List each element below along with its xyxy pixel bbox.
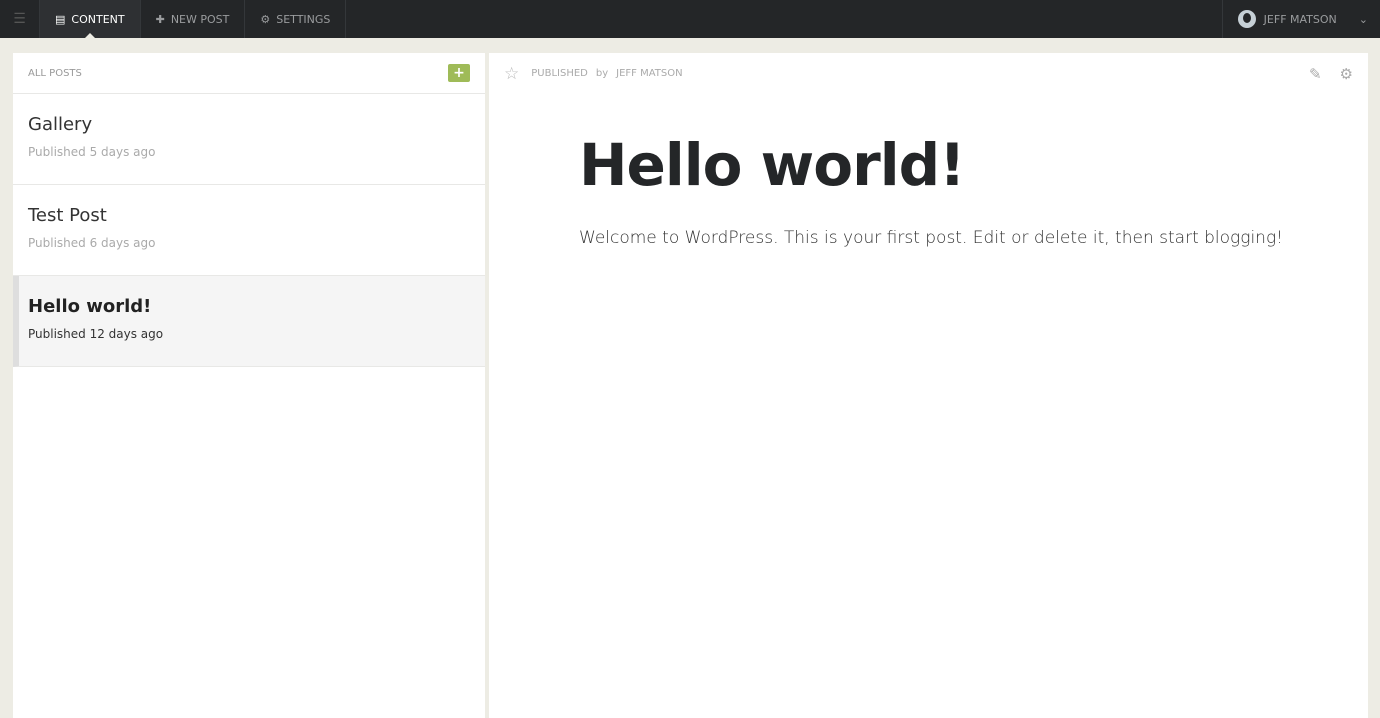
user-menu[interactable]: JEFF MATSON ⌄ — [1221, 0, 1380, 38]
list-item[interactable]: Gallery Published 5 days ago — [13, 94, 485, 185]
gears-icon: ⚙ — [260, 12, 271, 26]
gear-icon[interactable]: ⚙ — [1340, 65, 1353, 83]
tab-content[interactable]: ▤ CONTENT — [40, 0, 141, 38]
list-item[interactable]: Test Post Published 6 days ago — [13, 185, 485, 276]
tab-settings[interactable]: ⚙ SETTINGS — [245, 0, 347, 38]
avatar — [1237, 10, 1256, 28]
posts-list-panel: ALL POSTS + Gallery Published 5 days ago T… — [13, 53, 485, 718]
tab-new-post[interactable]: ✚ NEW POST — [141, 0, 246, 38]
menu-toggle-button[interactable]: ☰ — [0, 0, 40, 38]
chevron-down-icon: ⌄ — [1358, 12, 1368, 26]
top-nav: ☰ ▤ CONTENT ✚ NEW POST ⚙ SETTINGS JEFF MATS… — [0, 0, 1380, 38]
post-title: Hello world! — [579, 131, 966, 199]
add-post-button[interactable]: + — [448, 64, 470, 82]
post-preview-panel: ☆ PUBLISHED by JEFF MATSON ✎ ⚙ Hello worl… — [489, 53, 1368, 718]
list-item[interactable]: Hello world! Published 12 days ago — [13, 276, 485, 367]
edit-pencil-icon[interactable]: ✎ — [1309, 65, 1322, 83]
menu-icon: ☰ — [13, 11, 26, 27]
plus-icon: ✚ — [155, 12, 165, 26]
star-icon[interactable]: ☆ — [504, 64, 519, 84]
list-header: ALL POSTS — [28, 67, 82, 79]
post-body: Welcome to WordPress. This is your first… — [579, 228, 1283, 248]
content-icon: ▤ — [55, 12, 66, 26]
